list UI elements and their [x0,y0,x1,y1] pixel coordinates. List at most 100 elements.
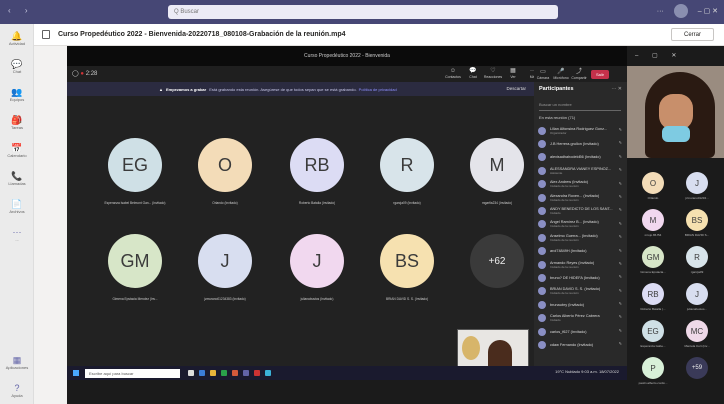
tool-label: Compartir [571,75,587,80]
participant-row[interactable]: Lilian Alfonsina Rodríguez Gonz... Organi… [538,124,624,137]
avatar [538,220,546,229]
more-options-icon[interactable]: ··· [657,8,664,15]
rail-item-teams[interactable]: 👥 Equipos [0,80,34,108]
participant-info: alexisadhahodeld56 (Invitado) [550,155,614,159]
mini-tile: BS BRIAN DAVID S... [679,209,715,237]
app-icon[interactable] [254,370,260,376]
tool-icon: ⤴ [575,68,582,75]
participant-name: jzmurano01234383 (Invitado) [204,297,246,301]
window-controls[interactable]: – ▢ ✕ [698,7,718,15]
app-icon[interactable] [210,370,216,376]
search-input[interactable]: Q Buscar [168,5,558,19]
calendar-icon: 📅 [11,142,23,153]
tool-3[interactable]: ▦ Ver [507,68,519,79]
participant-avatar: +62 [470,234,524,288]
privacy-link[interactable]: Política de privacidad [359,87,397,92]
tool-0[interactable]: ☺ Contactos [445,68,461,79]
meeting-window-controls[interactable]: – ▢ ✕ [635,52,682,59]
rail-item-apps[interactable]: ▦ Aplicaciones [0,348,34,376]
participant-tile: BS BRIAN DAVID S. S. (Invitado) [361,234,453,301]
camera-feed [627,66,724,158]
tool-1[interactable]: 💬 Chat [467,68,479,79]
app-icon[interactable] [243,370,249,376]
close-button[interactable]: Cerrar [670,28,714,41]
titlebar-right: ··· – ▢ ✕ [657,4,718,18]
participant-row[interactable]: brunaubry (Invitado) ✎ [538,298,624,311]
participant-tile: Jjzmurano01234383 (Invitado) [179,234,271,301]
rail-item-chat[interactable]: 💬 Chat [0,52,34,80]
mic-muted-icon: ✎ [618,193,622,199]
rail-item-calendar[interactable]: 📅 Calendario [0,136,34,164]
chat-icon: 💬 [11,58,23,69]
shield-icon: ◯ [72,71,79,77]
phone-icon: 📞 [11,170,23,181]
mini-avatar: BS [686,209,708,231]
participant-info: carlos_f627 (Invitado) [550,330,614,334]
participant-row[interactable]: cdaw Fernando (Invitado) ✎ [538,338,624,351]
participant-row[interactable]: arol74849H (Invitado) ✎ [538,245,624,258]
tool2-0[interactable]: ▭ Cámara [537,69,549,80]
rail-item-help[interactable]: ? Ayuda [0,376,34,404]
participant-search-input[interactable]: Buscar un nombre [539,102,621,111]
nav-arrows[interactable]: ‹ › [8,6,34,15]
mini-avatar: P [642,357,664,379]
participant-tile: O Orlando (Invitado) [179,138,271,205]
participant-role: Invitado de la reunión [550,224,579,229]
participant-info: Ángel Ramírez B... (Invitado) Invitado de… [550,220,614,228]
participant-info: Carlos Alberto Pérez Cabrera Invitado [550,314,614,322]
tool-2[interactable]: ♡ Reacciones [483,68,503,79]
participant-row[interactable]: Armando Reyes (Invitado) Invitado de la r… [538,258,624,271]
participant-row[interactable]: Alexandra Roxen... (Invitado) Invitado de… [538,191,624,204]
participant-row[interactable]: carlos_f627 (Invitado) ✎ [538,325,624,338]
mic-muted-icon: ✎ [618,327,622,333]
rail-item-more[interactable]: ···... [0,220,34,248]
taskbar-apps [188,370,271,376]
tool2-2[interactable]: ⤴ Compartir [571,68,587,80]
participant-row[interactable]: BRIAN DAVID S. S. (Invitado) Invitado de … [538,285,624,298]
app-icon[interactable] [265,370,271,376]
participant-name: Roberto Batalla (Invitado) [298,201,336,205]
mini-name: mrojo.86.f54 [644,233,662,237]
participant-row[interactable]: Alex Andrew (Invitado) Invitado de la reu… [538,178,624,191]
participant-row[interactable]: Anselmo Guerra... (Invitado) Invitado de … [538,231,624,244]
mic-muted-icon: ✎ [618,314,622,320]
rail-item-bell[interactable]: 🔔 Actividad [0,24,34,52]
participant-info: Armando Reyes (Invitado) Invitado de la r… [550,261,614,269]
user-avatar[interactable] [673,4,688,18]
participants-section[interactable]: En esta reunión (71) [539,115,575,120]
participant-row[interactable]: bruno? DE HIDEFA (Invitado) ✎ [538,271,624,284]
leave-button[interactable]: Salir [591,69,610,79]
app-icon[interactable] [199,370,205,376]
mini-name: Gimena Epstacia... [640,270,666,274]
mini-tile-grid: O Orlando Jjzmurano01234... Mmrojo.86.f54 BS… [627,158,724,404]
tool-label: Reacciones [483,75,503,79]
tool2-1[interactable]: 🎤 Micrófono [553,69,568,80]
mini-name: rgarcja09 [690,270,704,274]
video-player[interactable]: Curso Propedéutico 2022 - Bienvenida – ▢… [67,46,724,404]
participant-row[interactable]: ALESSANDRA VIANEY ESPINOZ... Asistente ✎ [538,164,624,177]
avatar [538,233,546,242]
participant-row[interactable]: Ángel Ramírez B... (Invitado) Invitado de… [538,218,624,231]
rail-item-backpack[interactable]: 🎒 Tareas [0,108,34,136]
help-icon: ? [14,382,20,393]
participant-row[interactable]: ANDY BENEDICTO DE LOS SANT... Invitado ✎ [538,204,624,217]
apps-icon: ▦ [12,354,22,365]
mic-muted-icon: ✎ [618,301,622,307]
app-icon[interactable] [232,370,238,376]
shared-video-thumbnail [457,329,529,370]
windows-start-icon[interactable] [73,370,79,376]
app-icon[interactable] [188,370,194,376]
participant-row[interactable]: alexisadhahodeld56 (Invitado) ✎ [538,151,624,164]
participant-info: bruno? DE HIDEFA (Invitado) [550,276,614,280]
rail-item-phone[interactable]: 📞 Llamadas [0,164,34,192]
avatar [538,207,546,216]
participant-row[interactable]: Carlos Alberto Pérez Cabrera Invitado ✎ [538,311,624,324]
panel-controls[interactable]: ··· ✕ [611,86,622,92]
participant-avatar: M [470,138,524,192]
dismiss-button[interactable]: Descartar [506,86,526,91]
mini-tile: O Orlando [635,172,671,200]
taskbar-search[interactable]: Escribe aquí para buscar [85,368,180,378]
app-icon[interactable] [221,370,227,376]
participant-row[interactable]: J.B Herrera.grullon (Invitado) ✎ [538,137,624,150]
rail-item-file[interactable]: 📄 Archivos [0,192,34,220]
